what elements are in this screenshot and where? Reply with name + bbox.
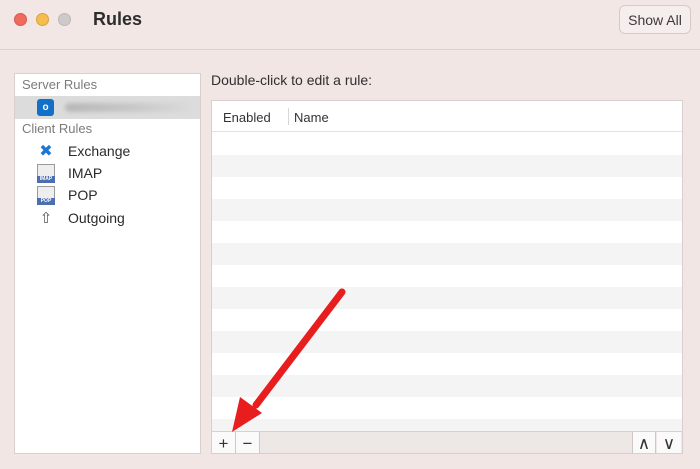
remove-rule-button[interactable]: − xyxy=(236,432,260,453)
table-header: Enabled Name xyxy=(212,101,682,132)
window-title: Rules xyxy=(93,9,143,29)
show-all-button[interactable]: Show All xyxy=(619,5,691,34)
table-row[interactable] xyxy=(212,265,682,287)
table-row[interactable] xyxy=(212,177,682,199)
instruction-text: Double-click to edit a rule: xyxy=(211,72,373,88)
column-header-name[interactable]: Name xyxy=(294,110,329,125)
sidebar-item-outgoing[interactable]: ⇧ Outgoing xyxy=(37,207,197,228)
add-rule-button[interactable]: + xyxy=(212,432,236,453)
sidebar-item-label: IMAP xyxy=(68,164,103,181)
server-account-item[interactable]: o xyxy=(15,96,200,119)
table-row[interactable] xyxy=(212,375,682,397)
column-header-enabled[interactable]: Enabled xyxy=(223,110,271,125)
redacted-account-name xyxy=(65,103,190,112)
sidebar-item-pop[interactable]: POP POP xyxy=(37,184,197,205)
pop-icon: POP xyxy=(37,185,55,205)
rules-table[interactable]: Enabled Name + − ∧ ∨ xyxy=(211,100,683,454)
server-rules-header: Server Rules xyxy=(22,77,98,92)
title-bar: Rules Show All xyxy=(0,0,700,50)
outgoing-icon: ⇧ xyxy=(39,209,53,227)
client-rules-header: Client Rules xyxy=(22,121,93,136)
table-row[interactable] xyxy=(212,155,682,177)
move-down-button[interactable]: ∨ xyxy=(657,432,681,453)
outlook-account-icon: o xyxy=(37,99,54,116)
move-up-button[interactable]: ∧ xyxy=(632,432,656,453)
close-window-button[interactable] xyxy=(14,13,27,26)
minimize-window-button[interactable] xyxy=(36,13,49,26)
table-row[interactable] xyxy=(212,221,682,243)
table-row[interactable] xyxy=(212,133,682,155)
rules-toolbar: + − ∧ ∨ xyxy=(212,431,682,453)
table-row[interactable] xyxy=(212,243,682,265)
table-row[interactable] xyxy=(212,309,682,331)
sidebar-item-label: Outgoing xyxy=(68,209,125,226)
rules-sidebar: Server Rules o Client Rules ✖ Exchange I… xyxy=(14,73,201,454)
table-row[interactable] xyxy=(212,353,682,375)
table-row[interactable] xyxy=(212,199,682,221)
exchange-icon: ✖ xyxy=(39,142,53,160)
table-row[interactable] xyxy=(212,287,682,309)
table-row[interactable] xyxy=(212,331,682,353)
sidebar-item-label: Exchange xyxy=(68,142,131,159)
zoom-window-button[interactable] xyxy=(58,13,71,26)
column-divider xyxy=(288,108,289,125)
sidebar-item-label: POP xyxy=(68,186,98,203)
sidebar-item-imap[interactable]: IMAP IMAP xyxy=(37,162,197,183)
sidebar-item-exchange[interactable]: ✖ Exchange xyxy=(37,140,197,161)
table-row[interactable] xyxy=(212,397,682,419)
imap-icon: IMAP xyxy=(37,163,55,183)
